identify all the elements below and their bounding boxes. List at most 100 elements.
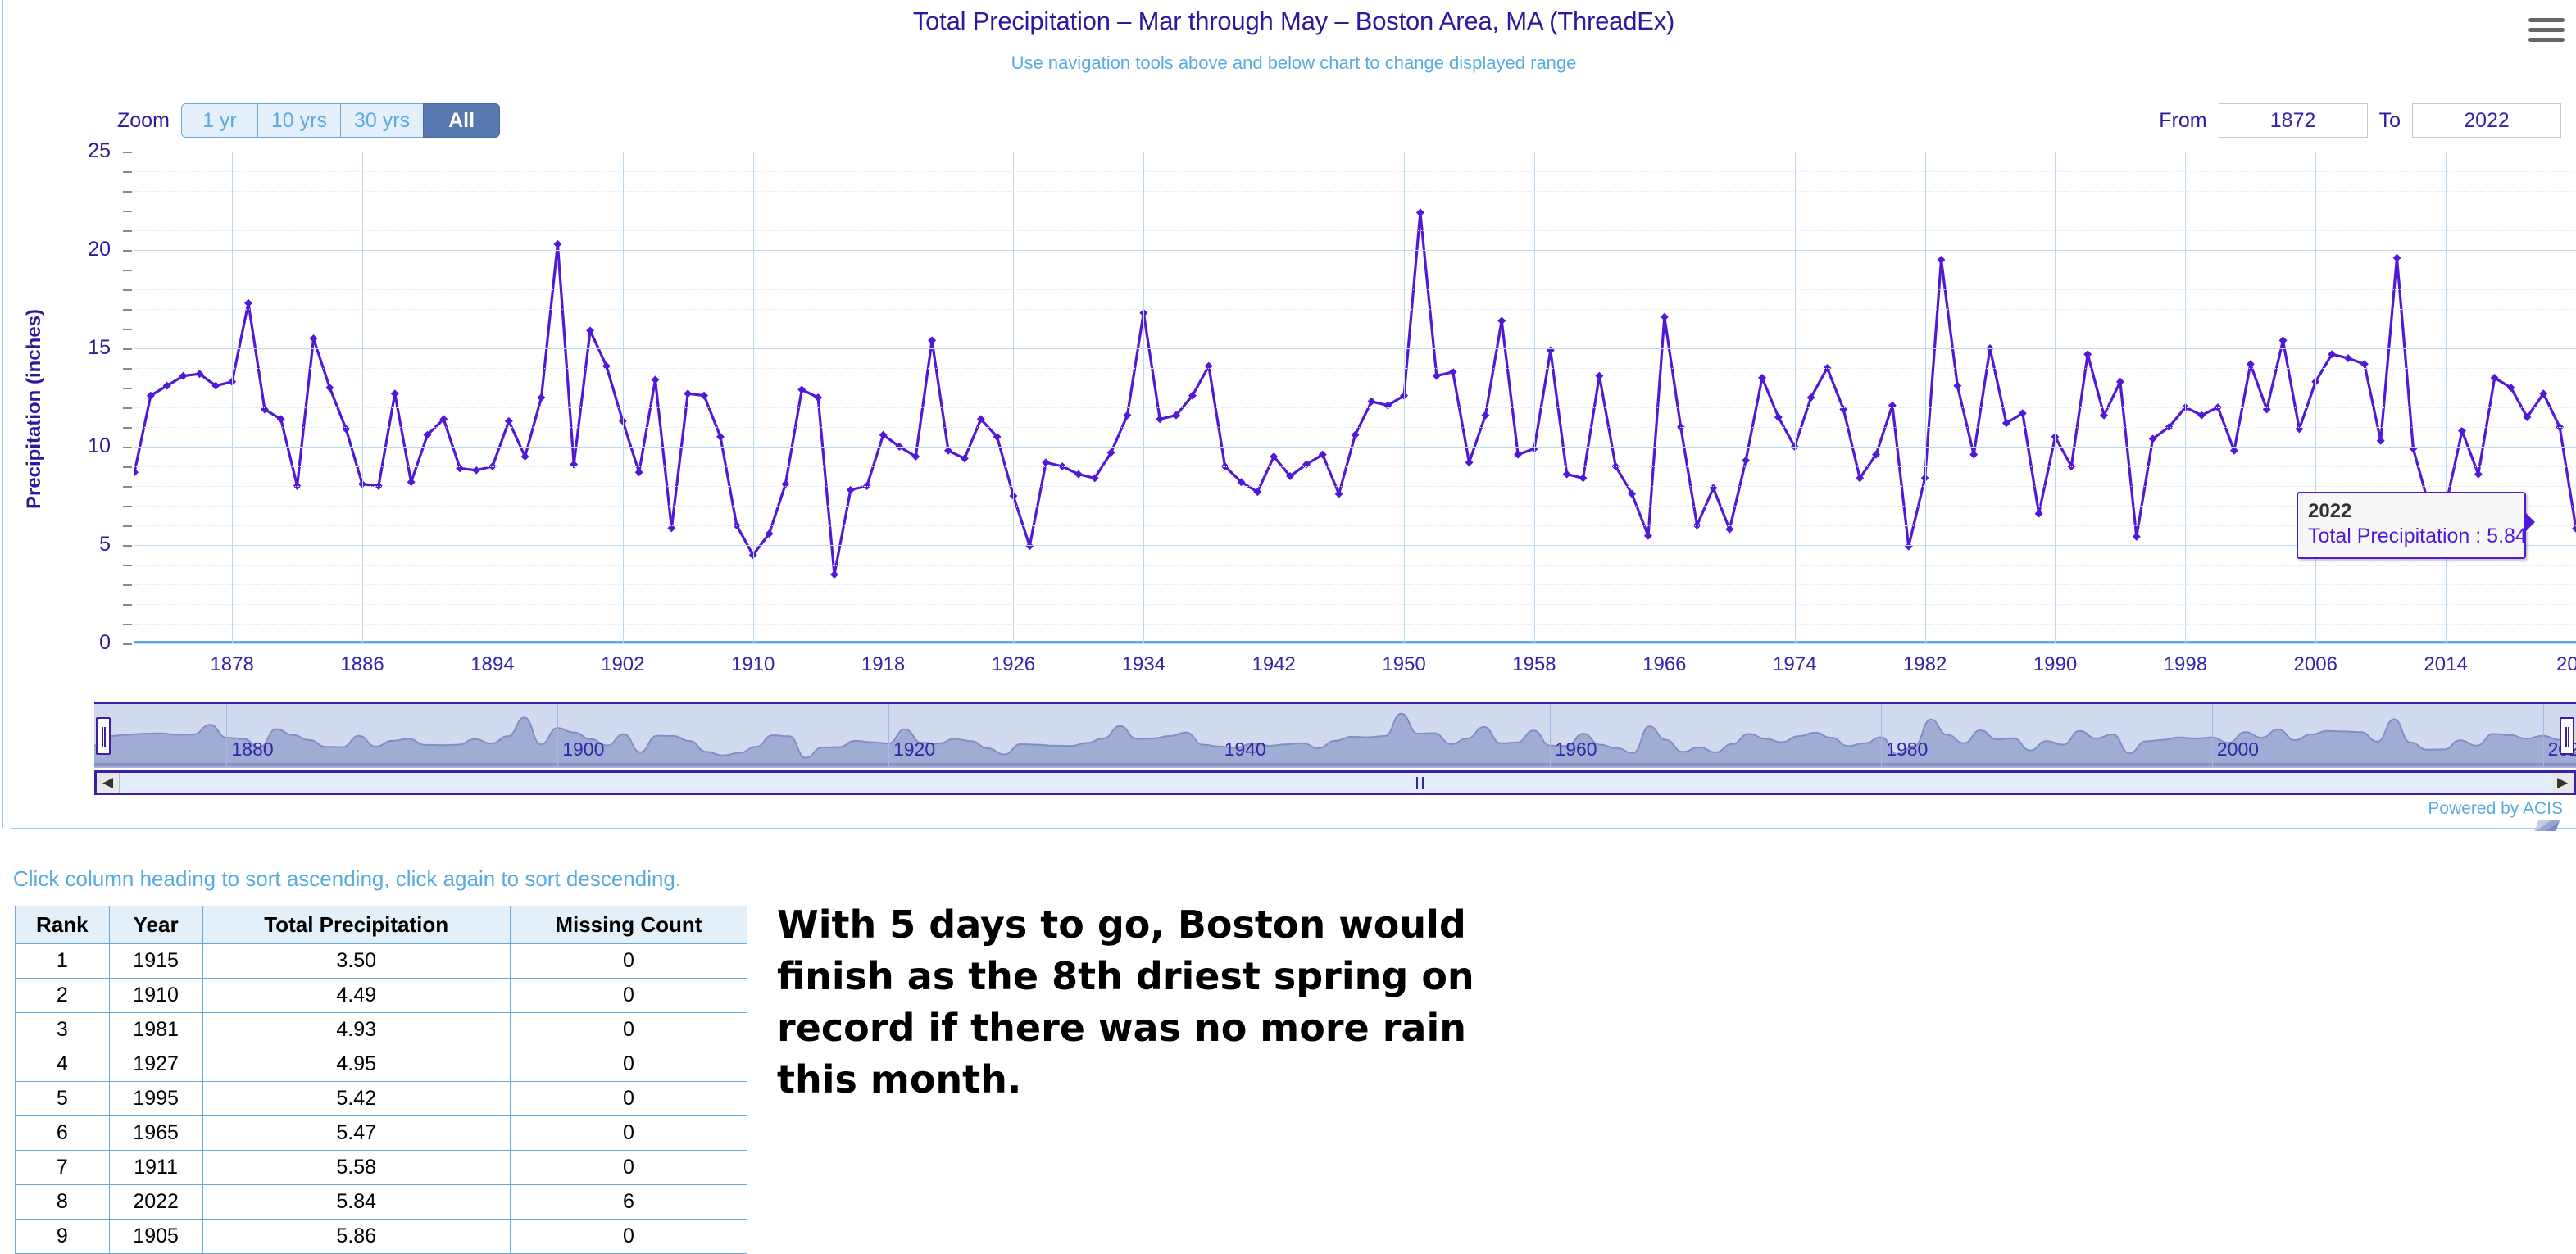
column-header-rank[interactable]: Rank	[15, 906, 110, 944]
table-cell: 1995	[108, 1081, 203, 1116]
zoom-button-30yrs[interactable]: 30 yrs	[340, 103, 425, 138]
y-axis-tick-label: 20	[88, 238, 111, 261]
x-gridline	[2055, 152, 2056, 643]
x-axis-tick-label: 1950	[1382, 653, 1426, 675]
navigator-year-label: 1980	[1886, 738, 1929, 760]
y-axis-tick-label: 0	[99, 631, 111, 654]
table-cell: 1981	[108, 1012, 203, 1047]
ranking-table: Rank Year Total Precipitation Missing Co…	[15, 906, 748, 1254]
navigator-year-label: 1880	[231, 738, 274, 760]
y-gridline	[134, 643, 2576, 644]
y-minor-gridline	[134, 584, 2576, 585]
table-cell: 0	[509, 1012, 748, 1047]
scrollbar-left-arrow-icon[interactable]: ◀	[97, 773, 120, 793]
y-axis-minor-tick	[123, 368, 132, 370]
y-axis-minor-tick	[123, 466, 132, 468]
x-axis-tick-label: 2014	[2424, 653, 2468, 675]
chart-title: Total Precipitation – Mar through May – …	[912, 7, 1675, 35]
from-input[interactable]	[2218, 103, 2368, 138]
x-axis-tick-label: 1974	[1773, 653, 1817, 675]
x-gridline	[362, 152, 364, 643]
navigator-year-label: 1960	[1555, 738, 1597, 760]
y-axis-minor-tick	[123, 584, 132, 586]
chart-scrollbar[interactable]: ◀ ▶	[94, 770, 2576, 795]
x-gridline	[752, 152, 754, 643]
scrollbar-right-arrow-icon[interactable]: ▶	[2551, 773, 2574, 793]
y-axis-minor-tick	[123, 407, 132, 409]
table-cell: 1911	[108, 1150, 203, 1185]
to-input[interactable]	[2412, 103, 2561, 138]
y-minor-gridline	[134, 565, 2576, 566]
x-gridline	[1924, 152, 1926, 643]
y-minor-gridline	[134, 191, 2576, 192]
table-cell: 4	[15, 1047, 110, 1082]
table-cell: 0	[509, 1219, 748, 1254]
navigator-year-label: 1940	[1224, 738, 1266, 760]
credits-link[interactable]: Powered by ACIS	[2428, 799, 2563, 819]
sort-hint[interactable]: Click column heading to sort ascending, …	[13, 866, 681, 892]
y-axis-tick-label: 5	[99, 533, 111, 556]
acis-logo-icon	[2534, 820, 2560, 831]
table-cell: 8	[15, 1184, 110, 1220]
x-gridline	[1404, 152, 1406, 643]
x-axis-tick-label: 1910	[730, 653, 775, 675]
column-header-total-precipitation[interactable]: Total Precipitation	[202, 906, 511, 944]
table-cell: 5	[15, 1081, 110, 1116]
y-minor-gridline	[134, 486, 2576, 487]
y-minor-gridline	[134, 230, 2576, 231]
x-axis-tick-label: 1886	[340, 653, 384, 675]
zoom-button-10yrs[interactable]: 10 yrs	[257, 103, 341, 138]
y-axis-minor-tick	[123, 309, 132, 311]
table-cell: 1965	[108, 1115, 203, 1151]
table-cell: 0	[509, 1047, 748, 1082]
navigator-handle-right[interactable]	[2560, 717, 2574, 755]
column-header-year[interactable]: Year	[108, 906, 203, 944]
navigator-handle-left[interactable]	[96, 717, 111, 755]
table-cell: 1905	[108, 1219, 203, 1254]
hamburger-menu-icon[interactable]	[2528, 18, 2565, 46]
table-row: 8 2022 5.84 6	[15, 1184, 748, 1220]
x-gridline	[2315, 152, 2317, 643]
to-label: To	[2378, 108, 2401, 132]
y-minor-gridline	[134, 506, 2576, 507]
navigator-gridline	[1550, 704, 1552, 768]
table-cell: 5.86	[202, 1219, 511, 1254]
navigator-year-label: 2000	[2216, 738, 2260, 760]
table-row: 1 1915 3.50 0	[15, 943, 748, 979]
table-cell: 1	[15, 943, 110, 979]
navigator-year-label: 1900	[562, 738, 605, 760]
table-cell: 4.95	[202, 1047, 511, 1082]
table-cell: 0	[509, 978, 748, 1013]
handle-grip-icon	[102, 727, 106, 747]
table-row: 3 1981 4.93 0	[15, 1012, 748, 1047]
column-header-missing-count[interactable]: Missing Count	[509, 906, 748, 944]
plot-canvas[interactable]: 0 5 10 15 20 25 1878 1886 1894 1902 1910 1918 1926 19…	[88, 139, 2576, 675]
zoom-button-all[interactable]: All	[423, 103, 501, 138]
x-gridline	[1794, 152, 1796, 643]
y-minor-gridline	[134, 427, 2576, 428]
y-minor-gridline	[134, 289, 2576, 290]
hamburger-bar-2	[2528, 28, 2565, 32]
navigator-gridline	[2211, 704, 2213, 768]
y-axis-minor-tick	[123, 329, 132, 330]
x-axis-tick-label: 1990	[2033, 653, 2078, 675]
x-axis-tick-label: 1918	[861, 653, 906, 675]
x-axis-tick-label: 2006	[2293, 653, 2337, 675]
x-gridline	[1143, 152, 1145, 643]
zoom-button-1yr[interactable]: 1 yr	[180, 103, 258, 138]
table-cell: 1915	[108, 943, 203, 979]
y-axis-minor-tick	[123, 289, 132, 291]
table-cell: 5.84	[202, 1184, 511, 1220]
y-axis-minor-tick	[123, 643, 132, 645]
scrollbar-grip[interactable]	[1416, 777, 1424, 789]
y-minor-gridline	[134, 407, 2576, 408]
table-cell: 0	[509, 1115, 748, 1151]
zoom-controls: Zoom 1 yr 10 yrs 30 yrs All	[117, 102, 501, 139]
table-row: 4 1927 4.95 0	[15, 1047, 748, 1082]
y-gridline	[134, 447, 2576, 448]
navigator-gridline	[888, 704, 889, 768]
navigator-area-chart	[94, 712, 2576, 768]
chart-navigator[interactable]: 18801900192019401960198020002020	[94, 702, 2576, 768]
y-axis-minor-tick	[123, 545, 132, 547]
table-cell: 5.58	[202, 1150, 511, 1185]
